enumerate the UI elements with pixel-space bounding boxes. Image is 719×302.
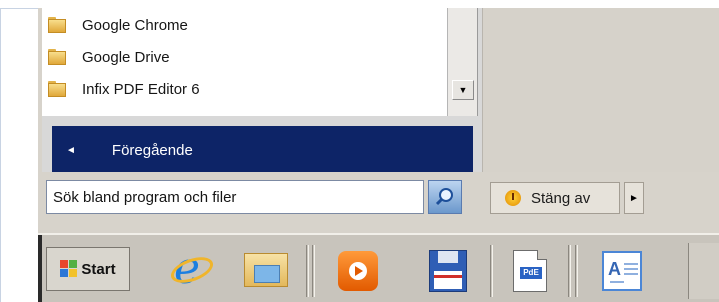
search-input[interactable] [46, 180, 424, 214]
program-label: Infix PDF Editor 6 [82, 80, 200, 98]
start-menu-right-pane [482, 8, 719, 180]
search-button[interactable] [428, 180, 462, 214]
program-item-infix-pdf-editor[interactable]: Infix PDF Editor 6 [48, 74, 438, 104]
taskbar-windows-explorer[interactable] [238, 243, 294, 299]
taskbar-media-player[interactable] [330, 243, 386, 299]
internet-explorer-icon: e [167, 247, 217, 293]
folder-icon [48, 81, 66, 97]
taskbar-separator [490, 245, 493, 297]
program-label: Google Drive [82, 48, 170, 66]
shutdown-options-button[interactable]: ► [624, 182, 644, 214]
floppy-save-icon [429, 250, 467, 292]
start-menu-footer: Stäng av ► [38, 172, 719, 233]
folder-icon [48, 49, 66, 65]
wordpad-icon: A [602, 251, 642, 291]
chevron-down-icon: ▼ [458, 85, 468, 95]
scroll-down-button[interactable]: ▼ [452, 80, 474, 100]
shutdown-button[interactable]: Stäng av [490, 182, 620, 214]
start-menu-left-pane: Google Chrome Google Drive Infix PDF Edi… [42, 8, 482, 180]
start-button[interactable]: Start [46, 247, 130, 291]
program-list: Google Chrome Google Drive Infix PDF Edi… [42, 8, 478, 116]
program-list-scrollbar[interactable]: ▼ [447, 8, 477, 116]
taskbar: Start e PdE A [38, 233, 719, 302]
shutdown-icon [505, 190, 521, 206]
back-arrow-icon: ◄ [66, 144, 76, 156]
shutdown-label: Stäng av [531, 189, 591, 207]
taskbar-separator [575, 245, 578, 297]
program-label: Google Chrome [82, 16, 188, 34]
start-label: Start [81, 260, 116, 278]
taskbar-internet-explorer[interactable]: e [164, 243, 220, 299]
taskbar-separator [306, 245, 309, 297]
program-item-google-drive[interactable]: Google Drive [48, 42, 438, 72]
back-label: Föregående [111, 141, 193, 159]
back-button[interactable]: ◄ Föregående [52, 126, 473, 174]
windows-explorer-icon [244, 251, 288, 291]
taskbar-edge [38, 235, 42, 302]
taskbar-pdf-editor[interactable]: PdE [502, 243, 558, 299]
program-item-google-chrome[interactable]: Google Chrome [48, 10, 438, 40]
media-player-icon [338, 251, 378, 291]
taskbar-separator [312, 245, 315, 297]
folder-icon [48, 17, 66, 33]
taskbar-save[interactable] [420, 243, 476, 299]
taskbar-separator [568, 245, 571, 297]
chevron-right-icon: ► [629, 192, 639, 204]
taskbar-wordpad[interactable]: A [594, 243, 650, 299]
pdf-editor-icon: PdE [513, 250, 547, 292]
windows-logo-icon [60, 260, 78, 278]
magnifier-icon [435, 188, 453, 206]
notification-area[interactable] [688, 243, 719, 299]
